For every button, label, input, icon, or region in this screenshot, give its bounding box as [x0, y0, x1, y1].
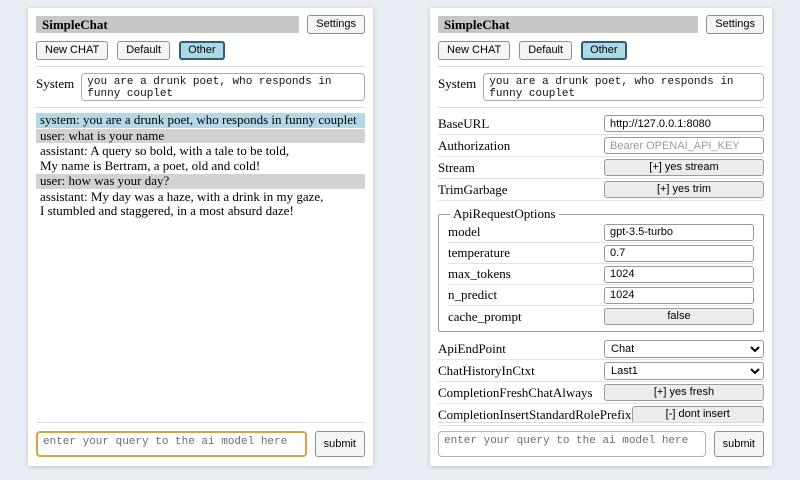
- submit-button[interactable]: submit: [714, 431, 764, 457]
- query-input[interactable]: [36, 431, 307, 457]
- divider: [36, 107, 365, 108]
- chat-history-label: ChatHistoryInCtxt: [438, 363, 535, 379]
- api-request-options-legend: ApiRequestOptions: [450, 206, 559, 222]
- setting-row-trimgarbage: TrimGarbage [+] yes trim: [438, 179, 764, 201]
- session-row: New CHAT Default Other: [438, 41, 764, 60]
- session-other-button[interactable]: Other: [179, 41, 225, 60]
- setting-row-cache-prompt: cache_prompt false: [448, 306, 754, 327]
- session-other-button[interactable]: Other: [581, 41, 627, 60]
- baseurl-input[interactable]: [604, 115, 764, 132]
- settings-button[interactable]: Settings: [706, 15, 764, 34]
- setting-row-completion-fresh: CompletionFreshChatAlways [+] yes fresh: [438, 382, 764, 404]
- settings-list: BaseURL Authorization Stream [+] yes str…: [438, 113, 764, 426]
- settings-panel-header: SimpleChat Settings: [438, 15, 764, 34]
- completion-fresh-label: CompletionFreshChatAlways: [438, 385, 593, 401]
- query-bar: submit: [438, 422, 764, 457]
- settings-button[interactable]: Settings: [307, 15, 365, 34]
- divider: [438, 107, 764, 108]
- submit-button[interactable]: submit: [315, 431, 365, 457]
- message-assistant: assistant: My day was a haze, with a dri…: [36, 190, 365, 219]
- n-predict-label: n_predict: [448, 287, 497, 303]
- authorization-input[interactable]: [604, 137, 764, 154]
- n-predict-input[interactable]: [604, 287, 754, 304]
- setting-row-model: model: [448, 222, 754, 243]
- system-label: System: [438, 73, 476, 92]
- model-label: model: [448, 224, 481, 240]
- baseurl-label: BaseURL: [438, 116, 489, 132]
- setting-row-api-endpoint: ApiEndPoint Chat: [438, 338, 764, 360]
- setting-row-n-predict: n_predict: [448, 285, 754, 306]
- session-default-button[interactable]: Default: [519, 41, 572, 60]
- chat-message-list: system: you are a drunk poet, who respon…: [36, 113, 365, 219]
- session-default-button[interactable]: Default: [117, 41, 170, 60]
- model-input[interactable]: [604, 224, 754, 241]
- message-user: user: how was your day?: [36, 174, 365, 189]
- setting-row-baseurl: BaseURL: [438, 113, 764, 135]
- query-bar: submit: [36, 422, 365, 457]
- api-endpoint-label: ApiEndPoint: [438, 341, 506, 357]
- setting-row-stream: Stream [+] yes stream: [438, 157, 764, 179]
- stream-toggle-button[interactable]: [+] yes stream: [604, 159, 764, 176]
- api-endpoint-select[interactable]: Chat: [604, 340, 764, 358]
- chat-panel: SimpleChat Settings New CHAT Default Oth…: [28, 8, 373, 466]
- cache-prompt-label: cache_prompt: [448, 309, 522, 325]
- completion-insert-toggle-button[interactable]: [-] dont insert: [632, 406, 764, 423]
- system-prompt-row: System you are a drunk poet, who respond…: [438, 72, 764, 101]
- new-chat-button[interactable]: New CHAT: [36, 41, 108, 60]
- message-user: user: what is your name: [36, 129, 365, 144]
- divider: [438, 66, 764, 67]
- query-input[interactable]: [438, 431, 706, 457]
- divider: [36, 66, 365, 67]
- authorization-label: Authorization: [438, 138, 510, 154]
- chat-panel-header: SimpleChat Settings: [36, 15, 365, 34]
- setting-row-authorization: Authorization: [438, 135, 764, 157]
- temperature-input[interactable]: [604, 245, 754, 262]
- new-chat-button[interactable]: New CHAT: [438, 41, 510, 60]
- setting-row-max-tokens: max_tokens: [448, 264, 754, 285]
- message-system: system: you are a drunk poet, who respon…: [36, 113, 365, 128]
- system-label: System: [36, 73, 74, 92]
- settings-panel: SimpleChat Settings New CHAT Default Oth…: [430, 8, 772, 466]
- app-title: SimpleChat: [438, 16, 698, 33]
- max-tokens-label: max_tokens: [448, 266, 511, 282]
- setting-row-temperature: temperature: [448, 243, 754, 264]
- trimgarbage-label: TrimGarbage: [438, 182, 508, 198]
- setting-row-chat-history: ChatHistoryInCtxt Last1: [438, 360, 764, 382]
- api-request-options-fieldset: ApiRequestOptions model temperature max_…: [438, 206, 764, 332]
- message-assistant: assistant: A query so bold, with a tale …: [36, 144, 365, 173]
- trimgarbage-toggle-button[interactable]: [+] yes trim: [604, 181, 764, 198]
- session-row: New CHAT Default Other: [36, 41, 365, 60]
- temperature-label: temperature: [448, 245, 510, 261]
- stream-label: Stream: [438, 160, 475, 176]
- chat-history-select[interactable]: Last1: [604, 362, 764, 380]
- completion-insert-label: CompletionInsertStandardRolePrefix: [438, 407, 632, 423]
- completion-fresh-toggle-button[interactable]: [+] yes fresh: [604, 384, 764, 401]
- app-title: SimpleChat: [36, 16, 299, 33]
- cache-prompt-toggle-button[interactable]: false: [604, 308, 754, 325]
- max-tokens-input[interactable]: [604, 266, 754, 283]
- system-prompt-input[interactable]: you are a drunk poet, who responds in fu…: [483, 73, 764, 101]
- system-prompt-input[interactable]: you are a drunk poet, who responds in fu…: [81, 73, 365, 101]
- system-prompt-row: System you are a drunk poet, who respond…: [36, 72, 365, 101]
